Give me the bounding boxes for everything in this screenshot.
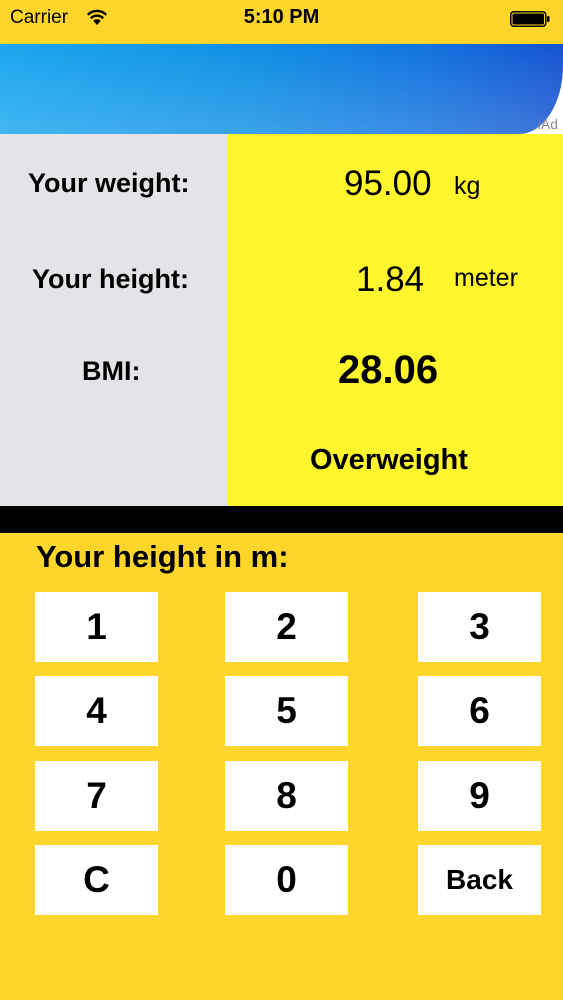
iad-label: iAd — [537, 116, 558, 132]
back-button[interactable]: Back — [418, 845, 541, 915]
weight-label: Your weight: — [28, 168, 190, 198]
key-2[interactable]: 2 — [225, 592, 348, 662]
key-6[interactable]: 6 — [418, 676, 541, 746]
results-panel: Your weight: Your height: BMI: 95.00 kg … — [0, 134, 563, 506]
bmi-value: 28.06 — [338, 348, 439, 392]
key-7[interactable]: 7 — [35, 761, 158, 831]
key-0[interactable]: 0 — [225, 845, 348, 915]
key-8[interactable]: 8 — [225, 761, 348, 831]
height-label: Your height: — [32, 264, 189, 294]
labels-column: Your weight: Your height: BMI: — [0, 134, 228, 506]
key-4[interactable]: 4 — [35, 676, 158, 746]
keypad-title: Your height in m: — [36, 539, 289, 574]
bmi-label: BMI: — [82, 356, 141, 386]
bmi-category: Overweight — [310, 444, 468, 476]
values-column: 95.00 kg 1.84 meter 28.06 Overweight — [228, 134, 563, 506]
clear-button[interactable]: C — [35, 845, 158, 915]
key-5[interactable]: 5 — [225, 676, 348, 746]
status-bar: Carrier 5:10 PM — [0, 0, 563, 44]
ad-image[interactable] — [0, 44, 563, 134]
weight-value[interactable]: 95.00 — [344, 164, 432, 204]
key-1[interactable]: 1 — [35, 592, 158, 662]
ad-banner[interactable]: iAd — [0, 44, 563, 134]
battery-icon — [510, 11, 550, 27]
key-9[interactable]: 9 — [418, 761, 541, 831]
height-unit: meter — [454, 264, 518, 292]
height-value[interactable]: 1.84 — [356, 260, 424, 300]
status-time: 5:10 PM — [243, 6, 320, 28]
keypad: Your height in m: 1 2 3 4 5 6 7 8 9 C 0 … — [0, 533, 563, 1000]
weight-unit: kg — [454, 172, 481, 200]
key-3[interactable]: 3 — [418, 592, 541, 662]
divider — [0, 506, 563, 533]
